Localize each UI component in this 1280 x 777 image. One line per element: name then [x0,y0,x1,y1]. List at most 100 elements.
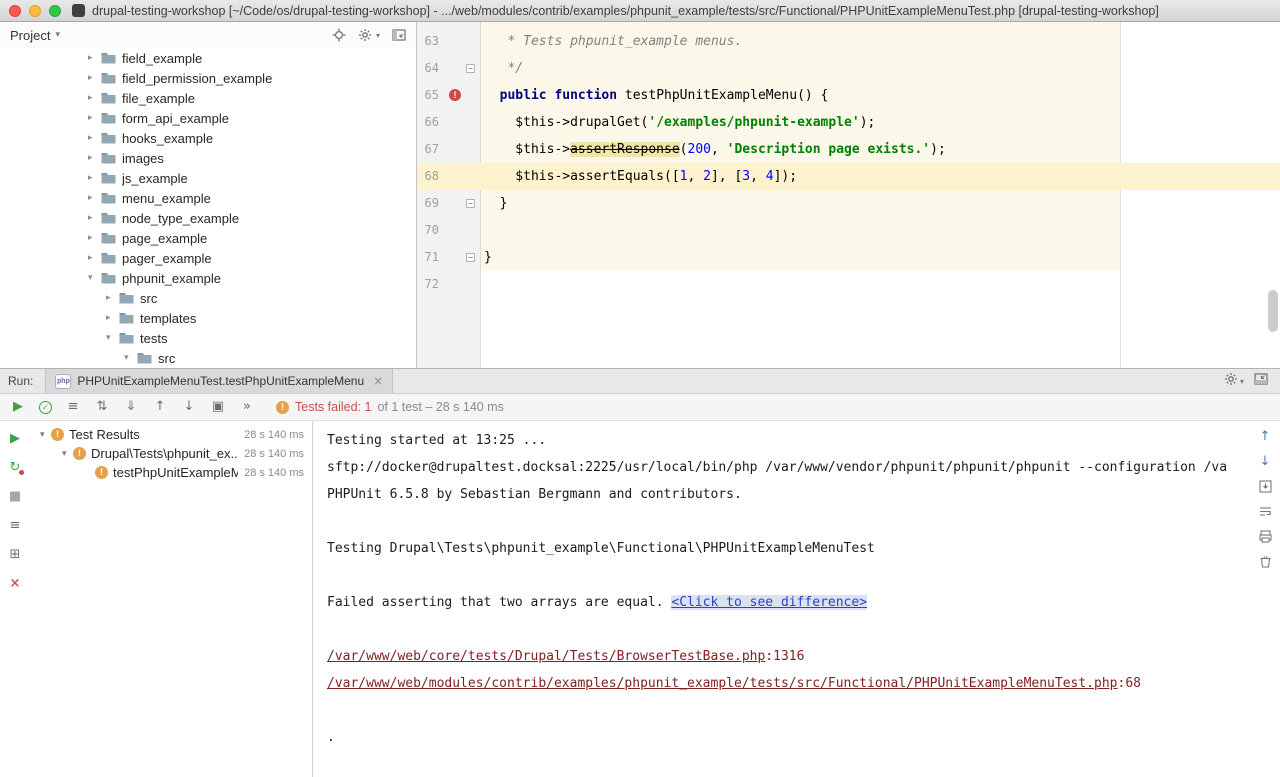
project-tree-item[interactable]: ▸field_example [0,48,416,68]
minimize-window-button[interactable] [29,5,41,17]
close-icon[interactable]: × [373,374,383,388]
stack-trace-file-link[interactable]: /var/www/web/core/tests/Drupal/Tests/Bro… [327,649,765,664]
import-test-results-button[interactable]: ▣ [210,399,226,415]
project-tree-item[interactable]: ▸images [0,148,416,168]
close-window-button[interactable] [9,5,21,17]
export-results-icon[interactable] [1258,479,1273,494]
show-passed-toggle[interactable]: ✓ [39,401,52,414]
project-panel-title[interactable]: Project [10,28,50,43]
code-editor[interactable]: 63 * Tests phpunit_example menus.64− */6… [417,22,1280,368]
editor-scrollbar[interactable] [1268,290,1278,332]
settings-gear-icon[interactable] [1224,372,1238,391]
sort-tests-toggle[interactable]: ⇅ [94,399,110,415]
test-tree-item[interactable]: ▾!Test Results28 s 140 ms [30,425,312,444]
clear-console-icon[interactable] [1258,554,1273,569]
test-history-icon[interactable]: ≡ [7,518,23,534]
chevron-down-icon[interactable]: ▾ [62,449,73,459]
previous-occurrence-button[interactable]: ↑ [1260,429,1271,444]
chevron-right-icon[interactable]: ▸ [88,53,100,63]
pin-tab-icon[interactable]: ⊞ [7,547,23,563]
chevron-down-icon[interactable]: ▾ [106,333,118,343]
project-tree-item[interactable]: ▸node_type_example [0,208,416,228]
code-text[interactable]: $this->assertResponse(200, 'Description … [417,136,1280,163]
code-text[interactable]: $this->assertEquals([1, 2], [3, 4]); [417,163,1280,190]
chevron-right-icon[interactable]: ▸ [88,113,100,123]
rerun-tests-button[interactable]: ▶ [10,399,26,415]
chevron-right-icon[interactable]: ▸ [88,213,100,223]
code-text[interactable]: */ [417,55,1280,82]
project-tree-item[interactable]: ▸form_api_example [0,108,416,128]
project-tree-item[interactable]: ▸hooks_example [0,128,416,148]
next-failed-test-button[interactable]: ↓ [181,399,197,415]
project-tree-item[interactable]: ▸pager_example [0,248,416,268]
project-tree-item[interactable]: ▾src [0,348,416,368]
chevron-right-icon[interactable]: ▸ [106,313,118,323]
settings-gear-icon[interactable] [358,28,372,42]
chevron-down-icon[interactable]: ▾ [55,30,60,40]
run-configuration-tab[interactable]: php PHPUnitExampleMenuTest.testPhpUnitEx… [45,369,393,393]
chevron-right-icon[interactable]: ▸ [88,253,100,263]
close-run-panel-button[interactable]: × [7,576,23,592]
editor-line[interactable]: 65! public function testPhpUnitExampleMe… [417,82,1280,109]
chevron-down-icon[interactable]: ▾ [124,353,136,363]
project-tree-item[interactable]: ▾tests [0,328,416,348]
stack-trace-file-link[interactable]: /var/www/web/modules/contrib/examples/ph… [327,676,1118,691]
project-tree-item[interactable]: ▸js_example [0,168,416,188]
editor-line[interactable]: 68 $this->assertEquals([1, 2], [3, 4]); [417,163,1280,190]
chevron-right-icon[interactable]: ▸ [88,173,100,183]
chevron-right-icon[interactable]: ▸ [88,133,100,143]
rerun-button[interactable]: ▶ [7,431,23,447]
code-text[interactable]: $this->drupalGet('/examples/phpunit-exam… [417,109,1280,136]
chevron-down-icon[interactable]: ▾ [88,273,100,283]
project-tree-item[interactable]: ▸page_example [0,228,416,248]
test-tree-item[interactable]: !testPhpUnitExampleM...28 s 140 ms [30,463,312,482]
test-tree-item[interactable]: ▾!Drupal\Tests\phpunit_ex...28 s 140 ms [30,444,312,463]
fold-marker-icon[interactable]: − [466,199,475,208]
editor-line[interactable]: 66 $this->drupalGet('/examples/phpunit-e… [417,109,1280,136]
stop-button[interactable]: ■ [7,489,23,505]
editor-line[interactable]: 72 [417,271,1280,298]
chevron-right-icon[interactable]: ▸ [88,153,100,163]
fold-marker-icon[interactable]: − [466,253,475,262]
editor-line[interactable]: 63 * Tests phpunit_example menus. [417,28,1280,55]
zoom-window-button[interactable] [49,5,61,17]
chevron-down-icon[interactable]: ▾ [40,430,51,440]
failed-test-marker-icon[interactable]: ! [449,89,461,101]
project-tree-item[interactable]: ▸field_permission_example [0,68,416,88]
chevron-right-icon[interactable]: ▸ [88,73,100,83]
project-tree-item[interactable]: ▸templates [0,308,416,328]
code-text[interactable]: } [417,190,1280,217]
test-console[interactable]: Testing started at 13:25 ...sftp://docke… [313,421,1280,777]
toolbar-overflow-icon[interactable]: » [239,399,255,415]
project-tree-item[interactable]: ▾phpunit_example [0,268,416,288]
editor-line[interactable]: 69− } [417,190,1280,217]
gutter-cell: 72 [417,271,480,298]
hide-panel-icon[interactable] [1254,372,1268,391]
fold-marker-icon[interactable]: − [466,64,475,73]
rerun-failed-tests-button[interactable]: ↻ [7,460,23,476]
chevron-right-icon[interactable]: ▸ [88,93,100,103]
chevron-right-icon[interactable]: ▸ [106,293,118,303]
code-text[interactable]: * Tests phpunit_example menus. [417,28,1280,55]
chevron-right-icon[interactable]: ▸ [88,193,100,203]
code-text[interactable]: public function testPhpUnitExampleMenu()… [417,82,1280,109]
chevron-right-icon[interactable]: ▸ [88,233,100,243]
previous-failed-test-button[interactable]: ↑ [152,399,168,415]
see-difference-link[interactable]: <Click to see difference> [671,595,867,610]
editor-line[interactable]: 64− */ [417,55,1280,82]
print-icon[interactable] [1258,529,1273,544]
project-tree-item[interactable]: ▸menu_example [0,188,416,208]
expand-all-button[interactable]: ⇓ [123,399,139,415]
soft-wrap-icon[interactable] [1258,504,1273,519]
app-icon [72,4,85,17]
project-tree-item[interactable]: ▸src [0,288,416,308]
locate-file-icon[interactable] [332,28,346,42]
editor-line[interactable]: 70 [417,217,1280,244]
show-ignored-toggle[interactable]: ≡ [65,399,81,415]
hide-panel-icon[interactable] [392,28,406,42]
next-occurrence-button[interactable]: ↓ [1260,454,1271,469]
code-text[interactable]: } [417,244,1280,271]
editor-line[interactable]: 71−} [417,244,1280,271]
editor-line[interactable]: 67 $this->assertResponse(200, 'Descripti… [417,136,1280,163]
project-tree-item[interactable]: ▸file_example [0,88,416,108]
